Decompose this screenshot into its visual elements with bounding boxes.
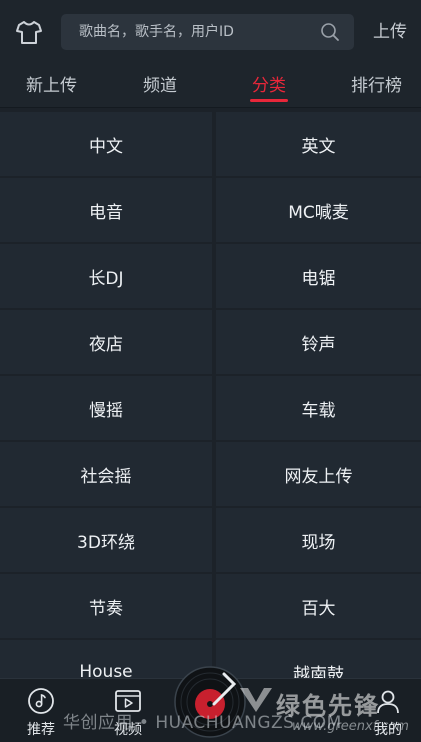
category-item[interactable]: 长DJ: [0, 244, 212, 308]
search-icon[interactable]: [320, 22, 340, 42]
watermark-logo-icon: [240, 688, 272, 712]
nav-label: 推荐: [27, 722, 55, 738]
category-item[interactable]: 3D环绕: [0, 508, 212, 572]
tab-channel[interactable]: 频道: [143, 64, 177, 108]
category-item[interactable]: 车载: [216, 376, 421, 440]
category-item[interactable]: 网友上传: [216, 442, 421, 506]
tab-bar: 新上传 频道 分类 排行榜: [0, 64, 421, 108]
tshirt-icon[interactable]: [14, 17, 44, 47]
category-item[interactable]: 百大: [216, 574, 421, 638]
category-item[interactable]: 慢摇: [0, 376, 212, 440]
category-item[interactable]: 夜店: [0, 310, 212, 374]
category-item[interactable]: 电锯: [216, 244, 421, 308]
category-grid: 中文 英文 电音 MC喊麦 长DJ 电锯 夜店 铃声 慢摇 车载 社会摇 网友上…: [0, 110, 421, 678]
tab-ranking[interactable]: 排行榜: [351, 64, 402, 108]
category-item[interactable]: 英文: [216, 112, 421, 176]
music-disc-icon: [28, 688, 54, 714]
upload-button[interactable]: 上传: [373, 0, 407, 64]
search-placeholder: 歌曲名，歌手名，用户ID: [79, 24, 234, 40]
category-item[interactable]: 节奏: [0, 574, 212, 638]
category-item[interactable]: 电音: [0, 178, 212, 242]
search-input[interactable]: 歌曲名，歌手名，用户ID: [61, 14, 354, 50]
tab-new-upload[interactable]: 新上传: [26, 64, 77, 108]
category-item[interactable]: 越南鼓: [216, 640, 421, 678]
category-item[interactable]: 现场: [216, 508, 421, 572]
top-bar: 歌曲名，歌手名，用户ID 上传: [0, 0, 421, 64]
category-item[interactable]: 社会摇: [0, 442, 212, 506]
category-item[interactable]: MC喊麦: [216, 178, 421, 242]
watermark-url: www.greenxf.com: [292, 719, 409, 734]
watermark-brand: 绿色先锋: [276, 692, 380, 720]
category-item[interactable]: 中文: [0, 112, 212, 176]
category-item[interactable]: 铃声: [216, 310, 421, 374]
nav-recommend[interactable]: 推荐: [11, 679, 71, 742]
active-tab-indicator: [250, 99, 288, 102]
